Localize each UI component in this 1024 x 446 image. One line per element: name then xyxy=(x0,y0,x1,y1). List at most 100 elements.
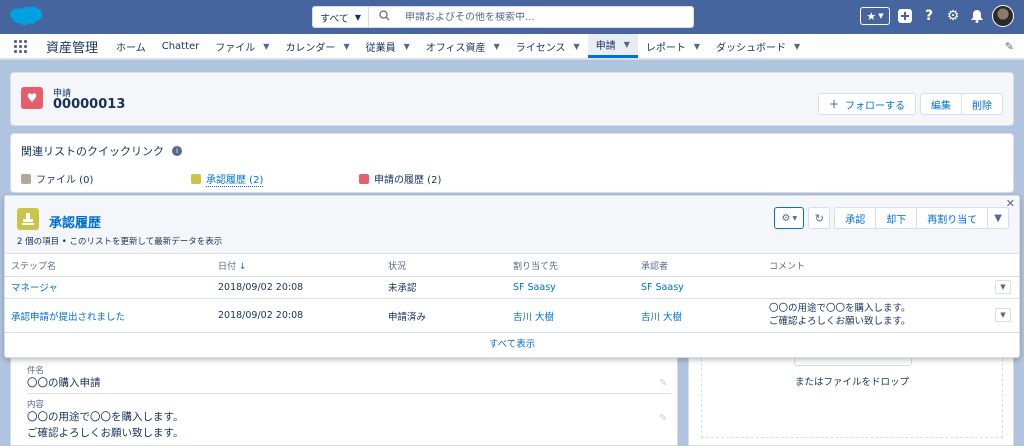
column-header-date-label: 日付 xyxy=(218,262,237,273)
record-name: 00000013 xyxy=(53,97,126,112)
approval-action-group: 承認 却下 再割り当て ▼ xyxy=(834,207,1009,229)
salesforce-logo-icon[interactable] xyxy=(8,5,42,29)
approval-history-header: 承認履歴 2 個の項目 • このリストを更新して最新データを表示 ⚙ ▼ ↻ 承認… xyxy=(5,196,1019,254)
follow-button[interactable]: + フォローする xyxy=(817,93,916,115)
column-header-status[interactable]: 状況 xyxy=(382,256,507,277)
global-search: すべて ▼ xyxy=(312,6,694,28)
refresh-icon[interactable]: ↻ xyxy=(808,207,831,229)
chevron-down-icon[interactable]: ▼ xyxy=(694,42,700,51)
column-header-approver[interactable]: 承認者 xyxy=(635,256,763,277)
file-icon xyxy=(21,173,31,184)
row-actions-chevron-down-icon[interactable]: ▼ xyxy=(995,308,1011,322)
edit-button[interactable]: 編集 xyxy=(920,93,962,115)
edit-pencil-icon[interactable]: ✎ xyxy=(659,413,667,424)
record-actions: + フォローする 編集 削除 xyxy=(817,93,1003,115)
star-icon: ★ xyxy=(866,9,877,23)
nav-item-label: ダッシュボード xyxy=(716,42,786,54)
column-header-step[interactable]: ステップ名 xyxy=(5,256,212,277)
approval-history-subtitle: 2 個の項目 • このリストを更新して最新データを表示 xyxy=(17,237,223,247)
quick-link-files[interactable]: ファイル (0) xyxy=(21,171,93,186)
nav-item[interactable]: ダッシュボード ▼ xyxy=(708,34,808,58)
chevron-down-icon[interactable]: ▼ xyxy=(624,40,630,49)
nav-item-label: オフィス資産 xyxy=(425,42,486,54)
search-scope-dropdown[interactable]: すべて ▼ xyxy=(313,7,369,27)
edit-pencil-icon[interactable]: ✎ xyxy=(659,378,667,389)
notifications-bell-icon[interactable] xyxy=(968,7,986,25)
nav-item-label: 従業員 xyxy=(365,42,396,54)
chevron-down-icon[interactable]: ▼ xyxy=(574,42,580,51)
chevron-down-icon[interactable]: ▼ xyxy=(263,42,269,51)
nav-item[interactable]: オフィス資産 ▼ xyxy=(418,34,508,58)
edit-nav-pencil-icon[interactable]: ✎ xyxy=(1005,40,1014,53)
nav-item[interactable]: 申請 ▼ xyxy=(587,34,638,58)
follow-label: フォローする xyxy=(845,100,905,112)
info-icon[interactable]: i xyxy=(172,146,182,156)
nav-item[interactable]: ライセンス ▼ xyxy=(508,34,588,58)
assigned-to-link[interactable]: SF Saasy xyxy=(513,282,556,293)
table-row: 承認申請が提出されました 2018/09/02 20:08 申請済み 吉川 大樹… xyxy=(5,298,1019,333)
arrow-down-icon: ↓ xyxy=(238,262,247,273)
app-launcher-icon[interactable] xyxy=(0,34,40,58)
nav-item-label: 申請 xyxy=(595,41,616,52)
subject-value: 〇〇の購入申請 xyxy=(27,377,101,389)
assigned-to-link[interactable]: 吉川 大樹 xyxy=(513,312,554,323)
column-header-assigned-to[interactable]: 割り当て先 xyxy=(507,256,635,277)
heart-icon xyxy=(359,173,369,184)
column-header-comment[interactable]: コメント xyxy=(763,256,1019,277)
approver-link[interactable]: 吉川 大樹 xyxy=(641,312,682,323)
content-line: 〇〇の用途で〇〇を購入します。 xyxy=(27,411,184,423)
chevron-down-icon[interactable]: ▼ xyxy=(494,42,500,51)
quick-link-request-history[interactable]: 申請の履歴 (2) xyxy=(359,171,441,186)
content-value: 〇〇の用途で〇〇を購入します。 ご確認よろしくお願い致します。 xyxy=(27,409,183,441)
favorites-button[interactable]: ★ ▼ xyxy=(860,7,890,25)
column-header-date[interactable]: 日付 ↓ xyxy=(212,256,382,277)
view-all-link[interactable]: すべて表示 xyxy=(5,336,1019,350)
date-cell: 2018/09/02 20:08 xyxy=(212,276,382,299)
nav-item-label: カレンダー xyxy=(285,42,336,54)
approver-link[interactable]: SF Saasy xyxy=(641,282,684,293)
nav-item[interactable]: ホーム xyxy=(108,34,154,58)
step-link[interactable]: 承認申請が提出されました xyxy=(11,312,125,323)
approve-button[interactable]: 承認 xyxy=(834,207,877,229)
more-actions-chevron-down-icon[interactable]: ▼ xyxy=(988,207,1009,229)
nav-item[interactable]: カレンダー ▼ xyxy=(277,34,357,58)
close-icon[interactable]: ✕ xyxy=(1006,197,1015,210)
date-cell: 2018/09/02 20:08 xyxy=(212,298,382,333)
global-header: すべて ▼ ★▼ ? ⚙ xyxy=(0,0,1024,34)
global-actions-add-icon[interactable] xyxy=(896,7,914,25)
approval-icon xyxy=(17,208,39,230)
quick-link-approval-history[interactable]: 承認履歴 (2) xyxy=(191,171,264,187)
chevron-down-icon[interactable]: ▼ xyxy=(794,42,800,51)
nav-item-label: ライセンス xyxy=(515,42,566,54)
chevron-down-icon: ▼ xyxy=(878,12,884,20)
reassign-button[interactable]: 再割り当て xyxy=(917,207,989,229)
record-details-panel: 件名 〇〇の購入申請 ✎ 内容 〇〇の用途で〇〇を購入します。 ご確認よろしくお… xyxy=(10,358,678,446)
file-drop-zone[interactable]: またはファイルをドロップ xyxy=(701,358,1003,438)
help-icon[interactable]: ? xyxy=(920,7,938,25)
user-avatar[interactable] xyxy=(992,5,1014,27)
nav-item[interactable]: Chatter xyxy=(154,34,208,58)
step-link[interactable]: マネージャ xyxy=(11,283,58,294)
delete-button[interactable]: 削除 xyxy=(962,93,1003,115)
nav-item-label: ホーム xyxy=(116,42,146,54)
nav-item[interactable]: ファイル ▼ xyxy=(207,34,277,58)
chevron-down-icon[interactable]: ▼ xyxy=(404,42,410,51)
nav-item[interactable]: 従業員 ▼ xyxy=(358,34,418,58)
comment-cell: 〇〇の用途で〇〇を購入します。 ご確認よろしくお願い致します。 ▼ xyxy=(763,299,1019,333)
comment-text: 〇〇の用途で〇〇を購入します。 ご確認よろしくお願い致します。 xyxy=(769,302,911,328)
chevron-down-icon[interactable]: ▼ xyxy=(343,42,349,51)
nav-item[interactable]: レポート ▼ xyxy=(638,34,708,58)
reject-button[interactable]: 却下 xyxy=(876,207,918,229)
setup-gear-icon[interactable]: ⚙ xyxy=(944,7,962,25)
search-input[interactable] xyxy=(405,11,685,23)
list-settings-gear-icon[interactable]: ⚙ ▼ xyxy=(774,207,805,229)
record-button-group: 編集 削除 xyxy=(920,93,1003,115)
search-scope-label: すべて xyxy=(319,13,349,25)
quick-links-title: 関連リストのクイックリンク i xyxy=(21,143,182,159)
chevron-down-icon: ▼ xyxy=(354,12,362,22)
nav-item-label: レポート xyxy=(645,42,686,54)
row-actions-chevron-down-icon[interactable]: ▼ xyxy=(995,280,1011,294)
approval-history-actions: ⚙ ▼ ↻ 承認 却下 再割り当て ▼ xyxy=(774,207,1009,229)
approval-history-title[interactable]: 承認履歴 xyxy=(49,212,101,231)
upload-files-button[interactable] xyxy=(794,358,912,366)
